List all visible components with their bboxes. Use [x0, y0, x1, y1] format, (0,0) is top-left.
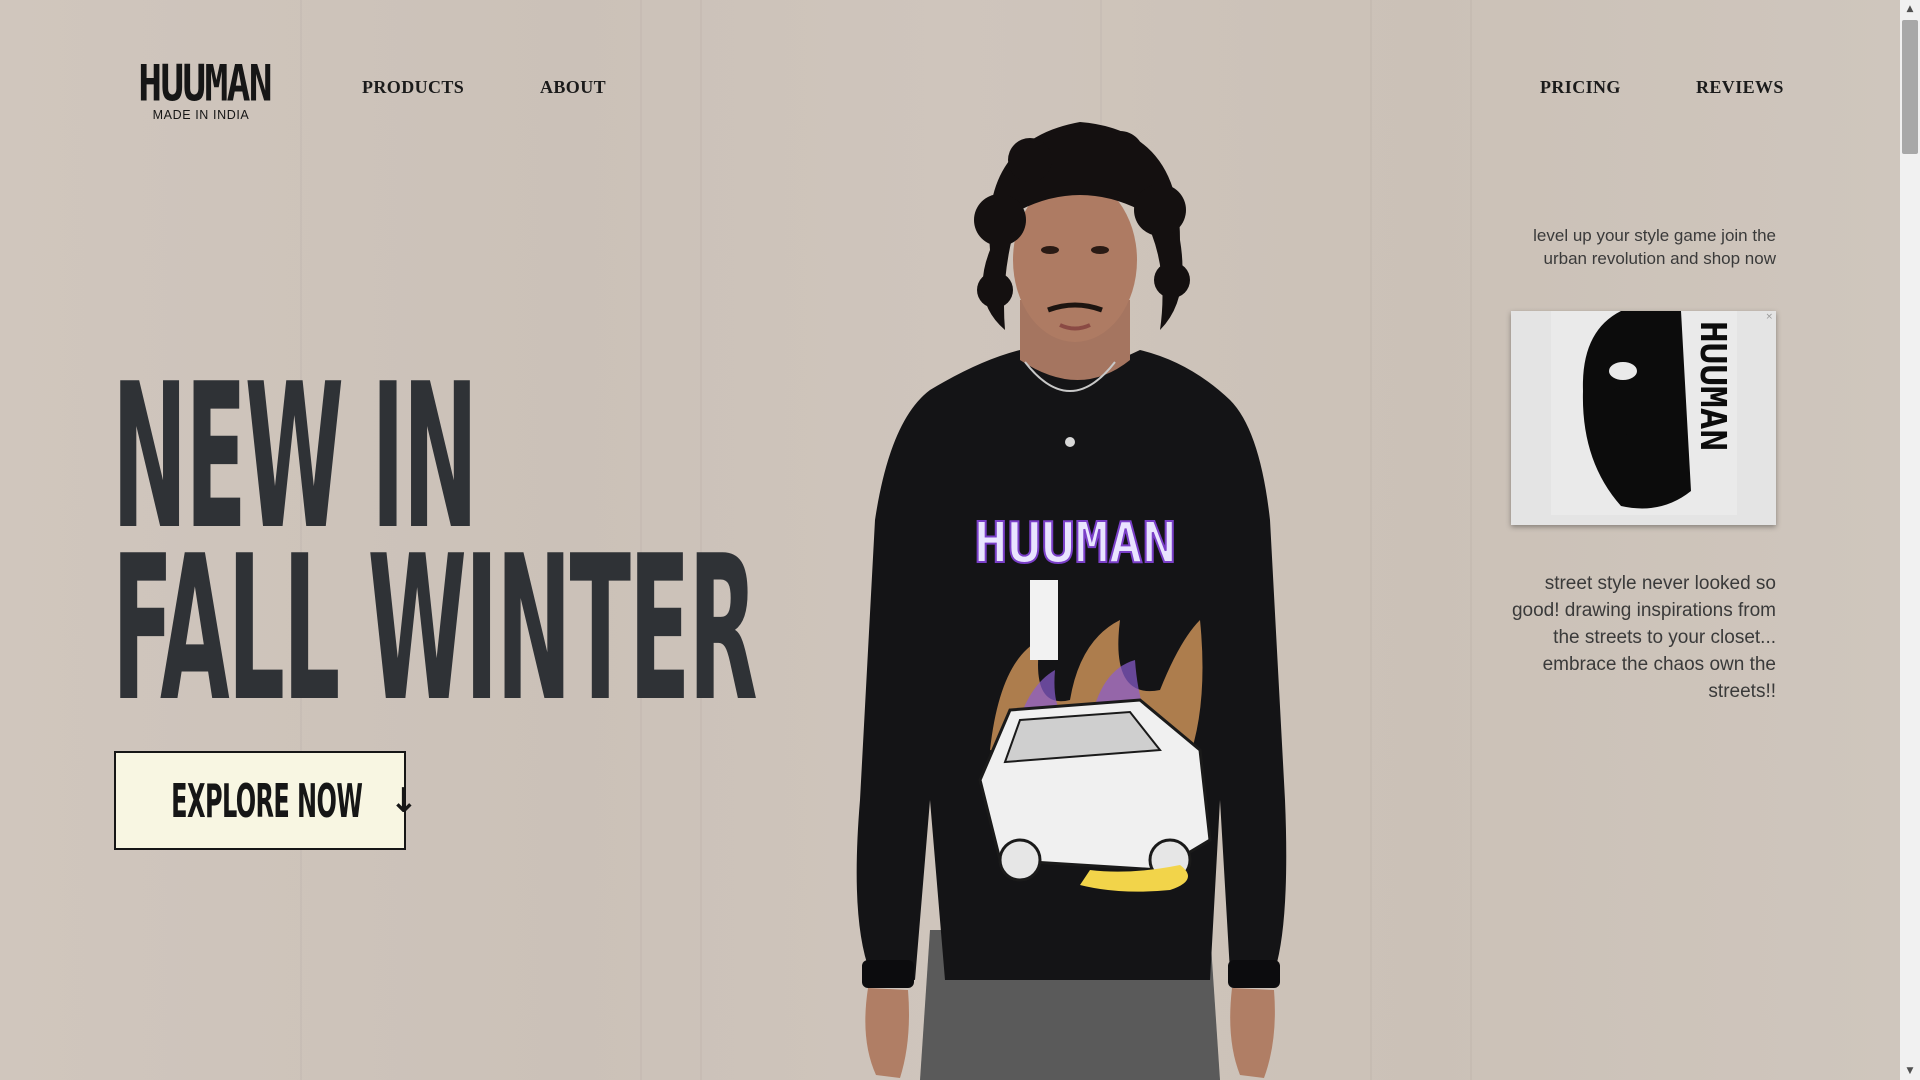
shirt-print-text: HUUMAN	[974, 511, 1176, 576]
hero-headline: NEW IN FALL WINTER	[112, 358, 758, 746]
nav-link-about[interactable]: ABOUT	[540, 77, 606, 98]
close-icon[interactable]: ×	[1765, 312, 1773, 322]
landing-page: HUUMAN MADE IN INDIA PRODUCTS ABOUT PRIC…	[0, 0, 1900, 1080]
nav-link-pricing[interactable]: PRICING	[1540, 77, 1621, 98]
brand-name: HUUMAN	[138, 53, 272, 113]
scroll-down-icon[interactable]: ▼	[1900, 1062, 1920, 1080]
thumbnail-text: HUUMAN	[1692, 321, 1733, 451]
scroll-up-icon[interactable]: ▲	[1900, 0, 1920, 18]
explore-now-label: EXPLORE NOW	[171, 773, 363, 828]
arrow-down-icon: ↓	[389, 780, 418, 821]
page-scrollbar[interactable]: ▲ ▼	[1900, 0, 1920, 1080]
nav-link-reviews[interactable]: REVIEWS	[1696, 77, 1784, 98]
sidebar-tagline: level up your style game join the urban …	[1533, 226, 1776, 268]
product-thumbnail[interactable]: HUUMAN ×	[1511, 311, 1776, 525]
explore-now-button[interactable]: EXPLORE NOW ↓	[114, 751, 418, 850]
brand-logo[interactable]: HUUMAN MADE IN INDIA	[128, 53, 274, 122]
sidebar-description: street style never looked so good! drawi…	[1511, 573, 1776, 702]
scrollbar-thumb[interactable]	[1902, 20, 1918, 154]
hero-headline-line2: FALL WINTER	[112, 513, 758, 746]
mask-graphic-icon: HUUMAN	[1582, 311, 1733, 509]
thumbnail-image: HUUMAN	[1551, 311, 1737, 515]
nav-link-products[interactable]: PRODUCTS	[362, 77, 464, 98]
model-photo: HUUMAN	[856, 122, 1287, 1080]
